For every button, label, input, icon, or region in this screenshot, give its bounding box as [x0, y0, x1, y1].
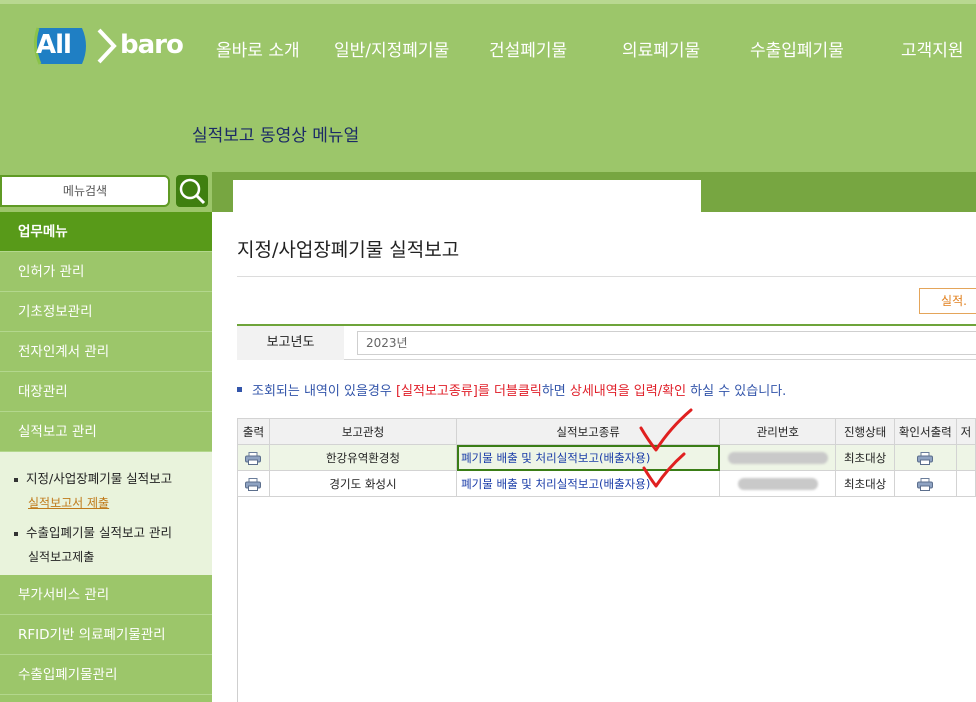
col-header-print: 출력 — [237, 418, 270, 445]
notice-text: 조회되는 내역이 있을경우 [실적보고종류]를 더블클릭하면 상세내역을 입력/… — [237, 380, 786, 399]
nav-general-waste[interactable]: 일반/지정폐기물 — [334, 36, 449, 61]
logo-chevron-icon — [97, 28, 117, 64]
allbaro-logo[interactable]: All baro — [26, 14, 184, 76]
mgmt-no-cell — [719, 470, 837, 497]
header-topline — [0, 0, 976, 4]
col-header-confirm-print: 확인서출력 — [893, 418, 957, 445]
search-icon — [179, 178, 206, 205]
report-year-select[interactable]: 2023년 — [357, 331, 976, 355]
page-subtitle: 실적보고 동영상 메뉴얼 — [192, 126, 360, 146]
confirm-print-cell[interactable] — [893, 444, 957, 471]
nav-construction-waste[interactable]: 건설폐기물 — [489, 36, 567, 61]
confirm-print-cell[interactable] — [893, 470, 957, 497]
page-title: 지정/사업장폐기물 실적보고 — [237, 239, 460, 261]
printer-icon — [917, 477, 934, 491]
col-header-agency: 보고관청 — [268, 418, 458, 445]
title-divider — [237, 276, 976, 277]
submenu-group-import-export-label: 수출입폐기물 실적보고 관리 — [26, 525, 172, 540]
submenu-group-designated[interactable]: 지정/사업장폐기물 실적보고 — [14, 468, 172, 487]
agency-cell: 경기도 화성시 — [268, 470, 458, 497]
logo-text-all: All — [36, 30, 72, 60]
col-header-report-type: 실적보고종류 — [456, 418, 721, 445]
status-cell: 최초대상 — [835, 444, 895, 471]
col-header-mgmt-no: 관리번호 — [719, 418, 837, 445]
sidebar-item-import-export-mgmt[interactable]: 수출입폐기물관리 — [0, 655, 212, 695]
redacted-mgmt-no — [727, 452, 828, 464]
printer-icon — [917, 451, 934, 465]
menu-search-input[interactable]: 메뉴검색 — [0, 175, 170, 207]
redacted-mgmt-no — [737, 478, 818, 490]
printer-icon — [245, 477, 262, 491]
nav-about[interactable]: 올바로 소개 — [216, 36, 300, 61]
status-cell: 최초대상 — [835, 470, 895, 497]
sidebar-submenu: 지정/사업장폐기물 실적보고 실적보고서 제출 수출입폐기물 실적보고 관리 실… — [0, 452, 212, 575]
sidebar-item-permits[interactable]: 인허가 관리 — [0, 252, 212, 292]
sidebar-item-rfid-medical[interactable]: RFID기반 의료폐기물관리 — [0, 615, 212, 655]
col-header-status: 진행상태 — [835, 418, 895, 445]
nav-import-export-waste[interactable]: 수출입폐기물 — [750, 36, 844, 61]
sidebar-header-work-menu: 업무메뉴 — [0, 212, 212, 252]
sidebar-item-addon-services[interactable]: 부가서비스 관리 — [0, 575, 212, 615]
submenu-link-report-submission[interactable]: 실적보고제출 — [28, 548, 94, 565]
report-type-link[interactable]: 폐기물 배출 및 처리실적보고(배출자용) — [456, 444, 721, 471]
sidebar-item-e-transfer[interactable]: 전자인계서 관리 — [0, 332, 212, 372]
performance-action-button[interactable]: 실적. — [919, 288, 976, 314]
nav-medical-waste[interactable]: 의료폐기물 — [622, 36, 700, 61]
sidebar-item-ledger[interactable]: 대장관리 — [0, 372, 212, 412]
sidebar-item-performance-report[interactable]: 실적보고 관리 — [0, 412, 212, 452]
bullet-icon — [14, 531, 18, 536]
table-row[interactable]: 한강유역환경청 폐기물 배출 및 처리실적보고(배출자용) 최초대상 — [237, 444, 976, 471]
search-button[interactable] — [176, 175, 208, 207]
sidebar-item-basic-info[interactable]: 기초정보관리 — [0, 292, 212, 332]
table-header-row: 출력 보고관청 실적보고종류 관리번호 진행상태 확인서출력 저 — [237, 418, 976, 445]
submenu-group-designated-label: 지정/사업장폐기물 실적보고 — [26, 471, 173, 486]
col-header-extra: 저 — [955, 418, 976, 445]
report-year-label: 보고년도 — [237, 326, 344, 360]
bullet-icon — [14, 477, 18, 482]
report-table: 출력 보고관청 실적보고종류 관리번호 진행상태 확인서출력 저 한강유역환경청… — [237, 418, 976, 497]
mgmt-no-cell — [719, 444, 837, 471]
print-cell[interactable] — [237, 470, 270, 497]
nav-customer-support[interactable]: 고객지원 — [901, 36, 964, 61]
submenu-link-submit-report[interactable]: 실적보고서 제출 — [28, 494, 109, 511]
logo-text-baro: baro — [120, 30, 184, 60]
print-cell[interactable] — [237, 444, 270, 471]
filter-row: 보고년도 2023년 — [237, 324, 976, 360]
extra-cell — [955, 470, 976, 497]
table-row[interactable]: 경기도 화성시 폐기물 배출 및 처리실적보고(배출자용) 최초대상 — [237, 470, 976, 497]
agency-cell: 한강유역환경청 — [268, 444, 458, 471]
content-tab-active[interactable] — [233, 180, 701, 212]
extra-cell — [955, 444, 976, 471]
square-bullet-icon — [237, 387, 242, 392]
report-type-link[interactable]: 폐기물 배출 및 처리실적보고(배출자용) — [456, 470, 721, 497]
printer-icon — [245, 451, 262, 465]
submenu-group-import-export[interactable]: 수출입폐기물 실적보고 관리 — [14, 522, 172, 541]
